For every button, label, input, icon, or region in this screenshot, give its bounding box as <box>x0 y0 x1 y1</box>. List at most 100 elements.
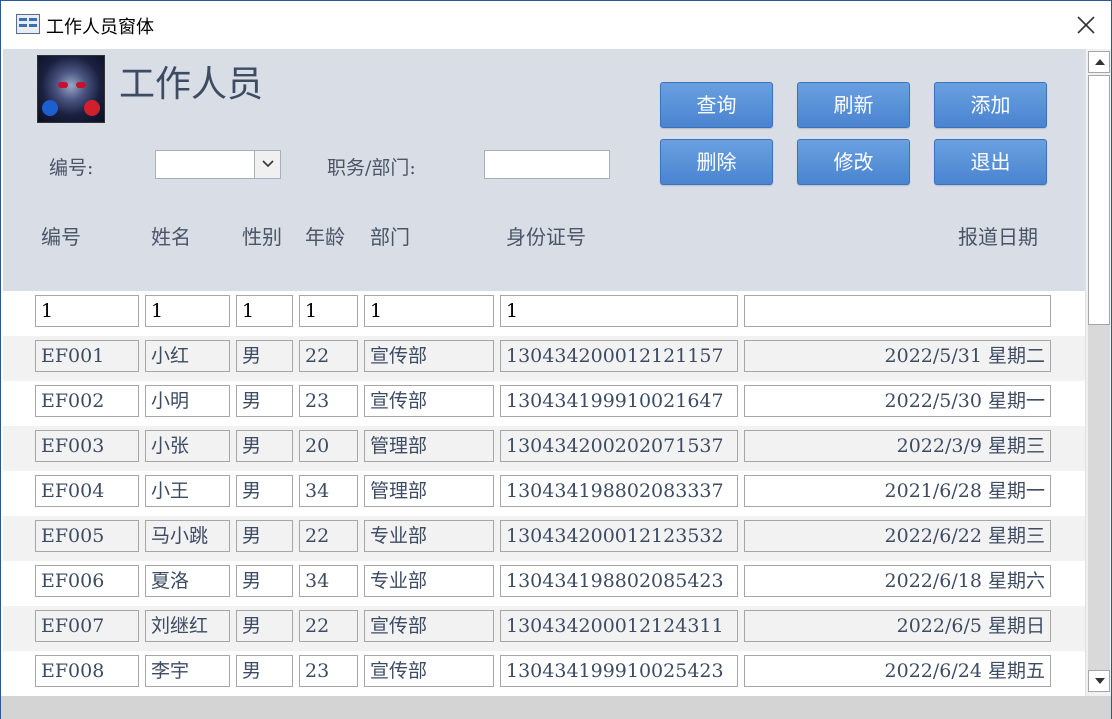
scroll-thumb[interactable] <box>1088 75 1110 325</box>
close-icon <box>1077 16 1095 34</box>
cell-gender[interactable]: 男 <box>236 340 293 372</box>
chevron-down-icon <box>262 160 274 168</box>
cell-age[interactable]: 1 <box>299 295 358 327</box>
cell-id[interactable]: EF006 <box>35 565 139 597</box>
table-row: EF007 刘继红男 22 宣传部 130434200012124311 2022/6/5… <box>3 606 1085 651</box>
edit-button[interactable]: 修改 <box>797 139 910 185</box>
cell-age[interactable]: 23 <box>299 385 358 417</box>
cell-idcard[interactable]: 130434200012121157 <box>500 340 738 372</box>
page-title: 工作人员 <box>119 64 264 105</box>
cell-id[interactable]: 1 <box>35 295 139 327</box>
cell-age[interactable]: 20 <box>299 430 358 462</box>
cell-gender[interactable]: 男 <box>236 610 293 642</box>
cell-date[interactable]: 2022/5/30 星期一 <box>744 385 1051 417</box>
add-button[interactable]: 添加 <box>934 82 1047 128</box>
cell-idcard[interactable]: 130434198802083337 <box>500 475 738 507</box>
cell-name[interactable]: 夏洛 <box>145 565 230 597</box>
cell-name[interactable]: 小明 <box>145 385 230 417</box>
cell-dept[interactable]: 宣传部 <box>364 340 494 372</box>
cell-gender[interactable]: 1 <box>236 295 293 327</box>
id-filter-label: 编号: <box>49 157 94 179</box>
cell-name[interactable]: 小红 <box>145 340 230 372</box>
cell-gender[interactable]: 男 <box>236 565 293 597</box>
close-button[interactable] <box>1071 11 1101 39</box>
cell-gender[interactable]: 男 <box>236 475 293 507</box>
cell-date[interactable]: 2022/6/5 星期日 <box>744 610 1051 642</box>
vertical-scrollbar[interactable] <box>1085 49 1111 696</box>
cell-idcard[interactable]: 130434199910021647 <box>500 385 738 417</box>
cell-age[interactable]: 22 <box>299 520 358 552</box>
cell-date[interactable]: 2022/6/24 星期五 <box>744 655 1051 687</box>
window-title: 工作人员窗体 <box>46 17 154 38</box>
cell-name[interactable]: 马小跳 <box>145 520 230 552</box>
cell-idcard[interactable]: 130434198802085423 <box>500 565 738 597</box>
status-bar <box>1 696 1111 719</box>
cell-gender[interactable]: 男 <box>236 430 293 462</box>
cell-name[interactable]: 小王 <box>145 475 230 507</box>
cell-id[interactable]: EF002 <box>35 385 139 417</box>
dropdown-button[interactable] <box>254 151 280 178</box>
column-header-id: 编号 <box>41 225 81 249</box>
cell-id[interactable]: EF008 <box>35 655 139 687</box>
cell-name[interactable]: 1 <box>145 295 230 327</box>
column-header-name: 姓名 <box>151 225 191 249</box>
cell-id[interactable]: EF001 <box>35 340 139 372</box>
cell-age[interactable]: 23 <box>299 655 358 687</box>
cell-id[interactable]: EF003 <box>35 430 139 462</box>
cell-dept[interactable]: 宣传部 <box>364 610 494 642</box>
cell-name[interactable]: 李宇 <box>145 655 230 687</box>
form-icon <box>16 14 40 34</box>
cell-name[interactable]: 小张 <box>145 430 230 462</box>
cell-dept[interactable]: 专业部 <box>364 565 494 597</box>
query-button[interactable]: 查询 <box>660 82 773 128</box>
exit-button[interactable]: 退出 <box>934 139 1047 185</box>
cell-age[interactable]: 34 <box>299 475 358 507</box>
scroll-track[interactable] <box>1088 325 1110 670</box>
cell-id[interactable]: EF004 <box>35 475 139 507</box>
column-header-dept: 部门 <box>370 225 410 249</box>
cell-id[interactable]: EF007 <box>35 610 139 642</box>
cell-date[interactable] <box>744 295 1051 327</box>
cell-date[interactable]: 2022/6/18 星期六 <box>744 565 1051 597</box>
delete-button[interactable]: 删除 <box>660 139 773 185</box>
cell-date[interactable]: 2022/5/31 星期二 <box>744 340 1051 372</box>
cell-age[interactable]: 22 <box>299 340 358 372</box>
table-row: EF006 夏洛男 34 专业部 130434198802085423 2022/6/18… <box>3 561 1085 606</box>
cell-dept[interactable]: 管理部 <box>364 430 494 462</box>
cell-idcard[interactable]: 130434200202071537 <box>500 430 738 462</box>
dept-filter-label: 职务/部门: <box>327 157 416 179</box>
table-row: EF003 小张男 20 管理部 130434200202071537 2022/3/9 … <box>3 426 1085 471</box>
cell-id[interactable]: EF005 <box>35 520 139 552</box>
cell-date[interactable]: 2022/3/9 星期三 <box>744 430 1051 462</box>
cell-idcard[interactable]: 130434199910025423 <box>500 655 738 687</box>
scroll-down-button[interactable] <box>1088 670 1110 692</box>
cell-idcard[interactable]: 1 <box>500 295 738 327</box>
table-row: EF008 李宇男 23 宣传部 130434199910025423 2022/6/24… <box>3 651 1085 696</box>
logo-image <box>37 55 105 123</box>
column-header-age: 年龄 <box>305 225 345 249</box>
cell-gender[interactable]: 男 <box>236 385 293 417</box>
cell-date[interactable]: 2021/6/28 星期一 <box>744 475 1051 507</box>
refresh-button[interactable]: 刷新 <box>797 82 910 128</box>
table-row: EF001 小红男 22 宣传部 130434200012121157 2022/5/31… <box>3 336 1085 381</box>
cell-date[interactable]: 2022/6/22 星期三 <box>744 520 1051 552</box>
cell-idcard[interactable]: 130434200012123532 <box>500 520 738 552</box>
cell-dept[interactable]: 管理部 <box>364 475 494 507</box>
cell-gender[interactable]: 男 <box>236 655 293 687</box>
table-row: EF002 小明男 23 宣传部 130434199910021647 2022/5/30… <box>3 381 1085 426</box>
cell-age[interactable]: 34 <box>299 565 358 597</box>
column-header-gender: 性别 <box>242 225 282 249</box>
cell-dept[interactable]: 1 <box>364 295 494 327</box>
cell-dept[interactable]: 宣传部 <box>364 385 494 417</box>
scroll-up-button[interactable] <box>1088 51 1110 73</box>
cell-idcard[interactable]: 130434200012124311 <box>500 610 738 642</box>
new-record-row: 1 1 1 1 1 1 <box>3 291 1085 336</box>
id-filter-combobox[interactable] <box>155 150 281 179</box>
cell-age[interactable]: 22 <box>299 610 358 642</box>
dept-filter-input[interactable] <box>484 150 610 179</box>
cell-name[interactable]: 刘继红 <box>145 610 230 642</box>
cell-dept[interactable]: 宣传部 <box>364 655 494 687</box>
cell-gender[interactable]: 男 <box>236 520 293 552</box>
cell-dept[interactable]: 专业部 <box>364 520 494 552</box>
column-header-idcard: 身份证号 <box>506 225 586 249</box>
